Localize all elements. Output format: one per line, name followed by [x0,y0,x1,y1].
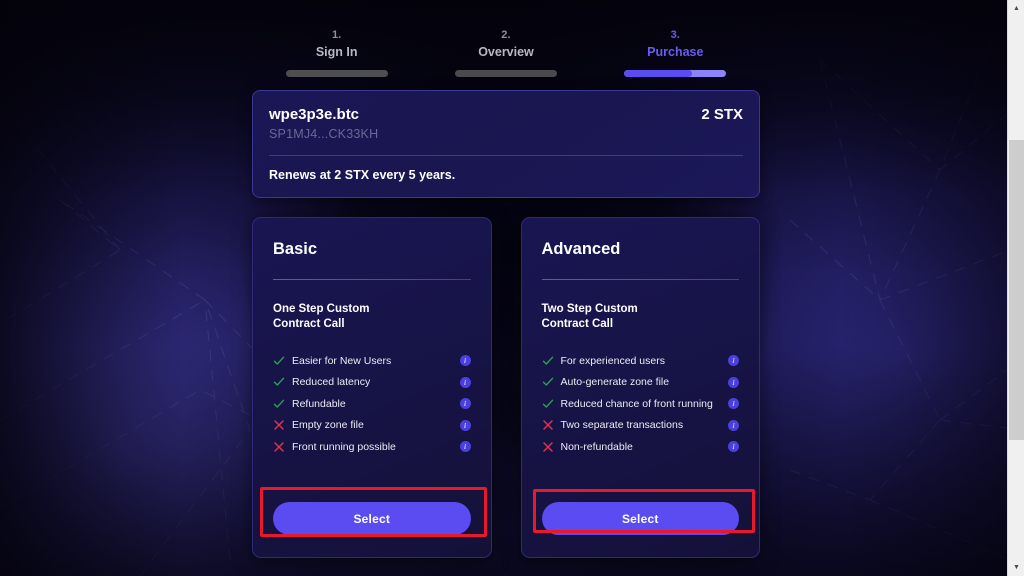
plan-card-advanced[interactable]: Advanced Two Step Custom Contract Call F… [520,217,760,558]
main-content: 1. Sign In 2. Overview 3. Purchase wpe3p… [252,0,760,576]
step-progress-bar [285,70,388,77]
list-item: For experienced users i [542,350,739,371]
feature-label: Non-refundable [560,440,633,453]
feature-label: Auto-generate zone file [560,376,670,388]
info-icon[interactable]: i [728,419,739,431]
info-icon[interactable]: i [728,376,739,388]
list-item: Easier for New Users i [273,350,471,371]
check-icon [273,398,289,410]
step-progress-fill [624,70,692,77]
plan-subtitle-line-1: Two Step Custom [541,303,638,315]
cross-icon [542,419,558,431]
step-sign-in[interactable]: 1. Sign In [252,28,421,77]
list-item: Reduced chance of front running i [542,393,739,414]
info-icon[interactable]: i [728,355,739,366]
info-icon[interactable]: i [459,355,471,366]
step-number: 2. [501,29,511,41]
feature-label: Empty zone file [292,419,364,431]
divider [541,279,739,280]
step-progress-bar [454,70,557,77]
check-icon [542,376,558,388]
cross-icon [542,441,558,453]
feature-label: For experienced users [560,354,665,367]
step-label: Purchase [647,45,704,59]
step-number: 1. [331,29,342,41]
plan-subtitle-line-1: One Step Custom [273,303,370,315]
feature-label: Refundable [292,397,346,410]
feature-list: For experienced users i Auto-generate zo… [542,350,739,458]
plan-subtitle: Two Step Custom Contract Call [542,302,740,331]
plan-subtitle-line-2: Contract Call [541,317,614,330]
list-item: Empty zone file i [273,415,471,436]
scroll-down-arrow-icon[interactable]: ▼ [1008,559,1024,576]
step-label: Sign In [315,45,358,59]
feature-label: Reduced latency [292,376,371,388]
divider [269,155,743,156]
check-icon [273,355,289,367]
step-progress-bar [624,70,727,77]
feature-label: Front running possible [292,440,396,453]
step-purchase[interactable]: 3. Purchase [591,28,760,77]
plan-title: Advanced [541,240,621,258]
check-icon [273,376,289,388]
select-button-advanced[interactable]: Select [541,502,739,535]
renewal-terms: Renews at 2 STX every 5 years. [269,168,456,182]
feature-label: Reduced chance of front running [560,397,713,410]
info-icon[interactable]: i [728,441,739,452]
check-icon [542,355,558,367]
plan-subtitle-line-2: Contract Call [273,317,345,330]
checkout-stepper: 1. Sign In 2. Overview 3. Purchase [252,0,760,77]
plan-options: Basic One Step Custom Contract Call Easi… [252,217,760,558]
plan-title: Basic [273,240,318,258]
scrollbar-thumb[interactable] [1009,140,1024,440]
domain-summary-header: wpe3p3e.btc SP1MJ4...CK33KH 2 STX [269,105,743,143]
plan-footer: Select [541,502,739,557]
cross-icon [273,441,289,453]
list-item: Auto-generate zone file i [542,372,739,393]
info-icon[interactable]: i [459,376,471,388]
domain-price: 2 STX [701,106,743,123]
feature-label: Easier for New Users [292,354,392,367]
divider [273,279,471,280]
vertical-scrollbar[interactable]: ▲ ▼ [1007,0,1024,576]
info-icon[interactable]: i [459,441,471,452]
step-number: 3. [670,29,680,41]
select-button-basic[interactable]: Select [273,502,471,535]
scroll-up-arrow-icon[interactable]: ▲ [1008,0,1024,17]
info-icon[interactable]: i [459,419,471,431]
check-icon [542,398,558,410]
domain-name: wpe3p3e.btc [269,106,360,123]
list-item: Two separate transactions i [542,415,739,436]
info-icon[interactable]: i [459,398,471,409]
feature-label: Two separate transactions [560,419,684,431]
plan-footer: Select [273,502,471,557]
list-item: Refundable i [273,393,471,414]
domain-summary-card: wpe3p3e.btc SP1MJ4...CK33KH 2 STX Renews… [252,90,760,198]
list-item: Non-refundable i [542,436,739,457]
step-overview[interactable]: 2. Overview [421,28,590,77]
plan-card-basic[interactable]: Basic One Step Custom Contract Call Easi… [252,217,492,558]
list-item: Reduced latency i [273,372,471,393]
purchase-page: 1. Sign In 2. Overview 3. Purchase wpe3p… [0,0,1024,576]
cross-icon [273,419,289,431]
feature-list: Easier for New Users i Reduced latency i [273,350,471,458]
list-item: Front running possible i [273,436,471,457]
step-label: Overview [478,45,534,59]
plan-subtitle: One Step Custom Contract Call [273,302,471,331]
scrollbar-track[interactable] [1008,17,1024,559]
info-icon[interactable]: i [728,398,739,409]
wallet-address: SP1MJ4...CK33KH [269,127,379,141]
domain-identity: wpe3p3e.btc SP1MJ4...CK33KH [269,105,378,143]
